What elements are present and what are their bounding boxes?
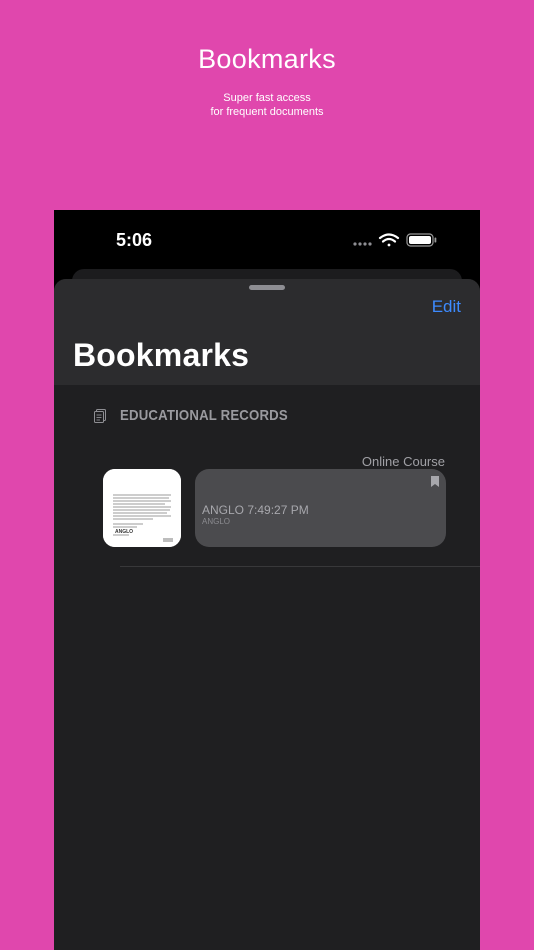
sheet-grabber[interactable] (249, 285, 285, 290)
section-title: EDUCATIONAL RECORDS (120, 407, 288, 424)
page-title: Bookmarks (73, 337, 250, 373)
promo-subtitle: Super fast access for frequent documents (0, 92, 534, 119)
status-icons (352, 232, 442, 248)
phone-screen: 5:06 Edit Bookmarks EDUCATIONAL RECORDS … (54, 210, 480, 950)
row-divider (120, 566, 480, 567)
signal-dots-icon (353, 242, 372, 246)
edit-button[interactable]: Edit (432, 297, 461, 317)
document-icon (94, 409, 106, 423)
document-preview-icon: ANGLO (103, 469, 181, 547)
wifi-icon (378, 233, 400, 247)
document-thumbnail[interactable]: ANGLO (103, 469, 181, 547)
promo-subtitle-line-1: Super fast access (223, 92, 311, 104)
bookmarks-sheet: Edit Bookmarks EDUCATIONAL RECORDS Onlin… (54, 279, 480, 950)
item-subtitle: ANGLO (202, 517, 231, 526)
promo-subtitle-line-2: for frequent documents (210, 105, 324, 118)
item-category: Online Course (361, 454, 445, 469)
battery-icon (406, 233, 437, 247)
thumb-caption: ANGLO (115, 529, 133, 535)
bookmark-item[interactable]: ANGLO 7:49:27 PM ANGLO (195, 469, 446, 547)
status-time: 5:06 (116, 230, 153, 250)
promo-title: Bookmarks (198, 44, 336, 74)
bookmark-icon[interactable] (431, 476, 439, 487)
item-title: ANGLO 7:49:27 PM (202, 503, 309, 517)
sheet-header: Edit Bookmarks (54, 279, 480, 385)
